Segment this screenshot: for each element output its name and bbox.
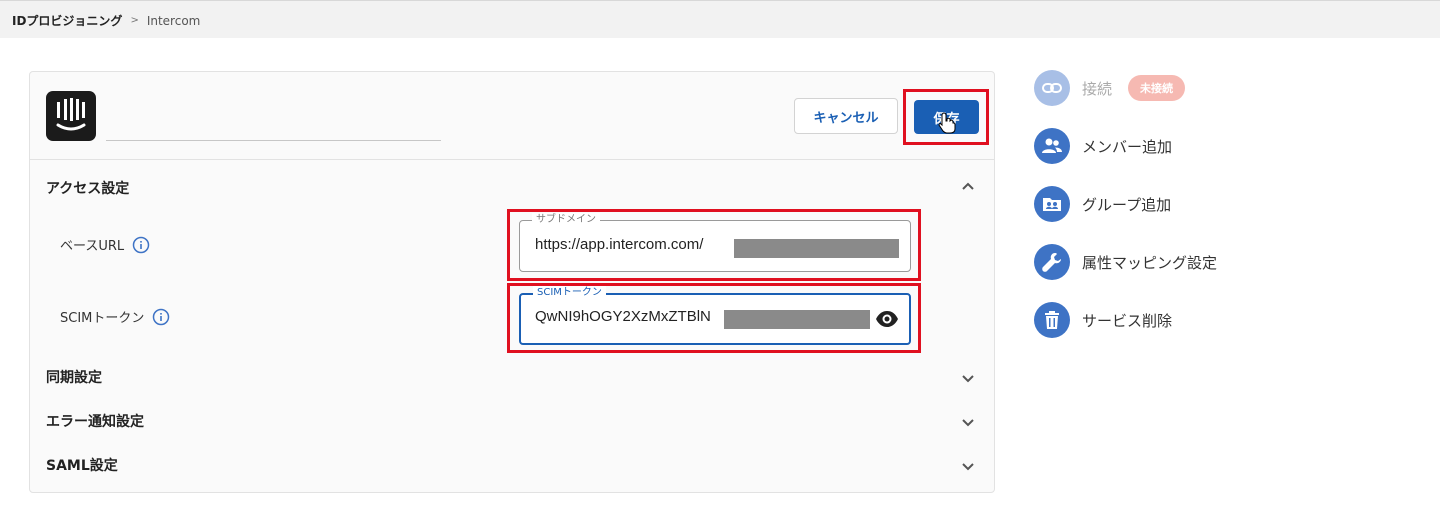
breadcrumb-separator: >	[130, 15, 139, 26]
scim-token-highlight-box	[507, 283, 921, 353]
link-icon	[1034, 70, 1070, 106]
sidebar-item-connect-label: 接続	[1082, 79, 1113, 98]
service-settings-card: キャンセル 保存 アクセス設定 ベースURL サブドメイン https://ap…	[29, 71, 995, 493]
breadcrumb-root-link[interactable]: IDプロビジョニング	[12, 12, 122, 29]
subdomain-highlight-box	[507, 209, 921, 281]
service-name-input[interactable]	[106, 99, 441, 141]
sidebar-item-connect[interactable]: 接続 未接続	[1034, 70, 1186, 106]
error-notify-settings-title[interactable]: エラー通知設定	[46, 411, 144, 431]
breadcrumb: IDプロビジョニング > Intercom	[12, 12, 200, 29]
access-settings-title[interactable]: アクセス設定	[46, 178, 129, 198]
chevron-down-icon[interactable]	[960, 370, 976, 386]
sidebar-item-add-member-label: メンバー追加	[1082, 137, 1173, 156]
wrench-icon	[1034, 244, 1070, 280]
group-folder-icon	[1034, 186, 1070, 222]
info-icon[interactable]	[152, 308, 170, 326]
chevron-up-icon[interactable]	[960, 179, 976, 195]
base-url-row: ベースURL	[60, 235, 150, 254]
intercom-logo	[46, 91, 96, 141]
scim-token-row: SCIMトークン	[60, 307, 170, 326]
save-highlight-box	[903, 89, 989, 145]
sidebar-item-add-member[interactable]: メンバー追加	[1034, 128, 1172, 164]
info-icon[interactable]	[132, 236, 150, 254]
saml-settings-title[interactable]: SAML設定	[46, 455, 118, 475]
breadcrumb-current: Intercom	[146, 13, 201, 28]
trash-icon	[1034, 302, 1070, 338]
sidebar-item-attribute-mapping[interactable]: 属性マッピング設定	[1034, 244, 1217, 280]
sidebar-item-add-group[interactable]: グループ追加	[1034, 186, 1171, 222]
sidebar-item-delete-service[interactable]: サービス削除	[1034, 302, 1172, 338]
base-url-label: ベースURL	[60, 239, 125, 254]
status-badge: 未接続	[1128, 75, 1186, 101]
chevron-down-icon[interactable]	[960, 458, 976, 474]
people-icon	[1034, 128, 1070, 164]
cancel-button[interactable]: キャンセル	[794, 98, 898, 134]
sidebar-item-delete-service-label: サービス削除	[1082, 311, 1173, 330]
chevron-down-icon[interactable]	[960, 414, 976, 430]
top-bar: IDプロビジョニング > Intercom	[0, 0, 1440, 38]
scim-token-label: SCIMトークン	[60, 311, 145, 326]
sidebar-item-attribute-mapping-label: 属性マッピング設定	[1082, 253, 1218, 272]
card-header: キャンセル 保存	[30, 72, 994, 160]
sync-settings-title[interactable]: 同期設定	[46, 367, 102, 387]
sidebar-item-add-group-label: グループ追加	[1082, 195, 1172, 214]
